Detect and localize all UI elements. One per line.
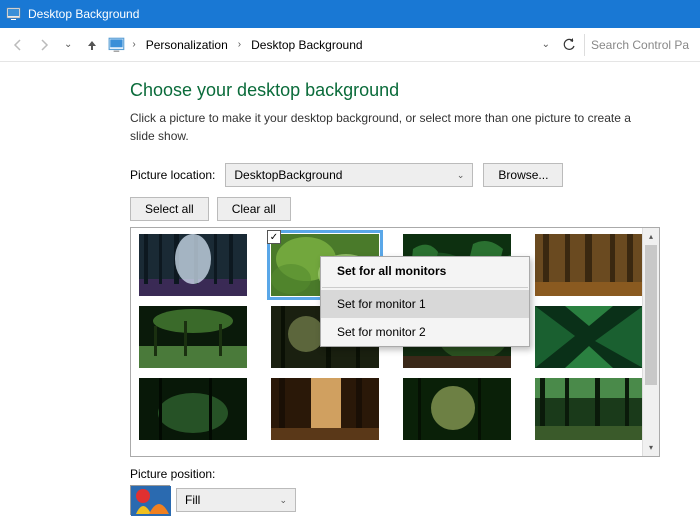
scroll-down-button[interactable]: ▾: [643, 439, 659, 456]
nav-back-button[interactable]: [8, 35, 28, 55]
page-subtext: Click a picture to make it your desktop …: [130, 109, 650, 145]
picture-position-label: Picture position:: [130, 467, 674, 481]
breadcrumb[interactable]: › Personalization › Desktop Background: [108, 36, 531, 54]
wallpaper-thumbnail[interactable]: [139, 378, 247, 440]
nav-forward-button[interactable]: [34, 35, 54, 55]
menu-set-monitor-2[interactable]: Set for monitor 2: [321, 318, 529, 346]
control-panel-icon: [108, 36, 126, 54]
nav-history-dropdown[interactable]: ⌄: [60, 39, 76, 50]
menu-set-all-monitors[interactable]: Set for all monitors: [321, 257, 529, 285]
wallpaper-thumbnail[interactable]: [535, 306, 643, 368]
navbar: ⌄ › Personalization › Desktop Background…: [0, 28, 700, 62]
arrow-right-icon: [37, 38, 51, 52]
wallpaper-thumbnail[interactable]: [271, 378, 379, 440]
wallpaper-thumbnail[interactable]: [139, 234, 247, 296]
refresh-icon: [562, 38, 576, 52]
nav-up-button[interactable]: [82, 35, 102, 55]
wallpaper-thumbnail[interactable]: [403, 378, 511, 440]
arrow-left-icon: [11, 38, 25, 52]
menu-separator: [322, 287, 528, 288]
breadcrumb-desktop-background[interactable]: Desktop Background: [247, 36, 366, 54]
page-heading: Choose your desktop background: [130, 80, 674, 101]
titlebar: Desktop Background: [0, 0, 700, 28]
picture-location-label: Picture location:: [130, 168, 215, 182]
wallpaper-thumbnail[interactable]: [535, 378, 643, 440]
checkbox-icon: ✓: [267, 230, 281, 244]
clear-all-button[interactable]: Clear all: [217, 197, 291, 221]
context-menu: Set for all monitors Set for monitor 1 S…: [320, 256, 530, 347]
picture-position-dropdown[interactable]: Fill ⌄: [176, 488, 296, 512]
window-title: Desktop Background: [28, 7, 139, 21]
wallpaper-thumbnail[interactable]: [139, 306, 247, 368]
select-all-button[interactable]: Select all: [130, 197, 209, 221]
search-placeholder: Search Control Pa: [591, 38, 689, 52]
browse-button[interactable]: Browse...: [483, 163, 563, 187]
chevron-right-icon: ›: [234, 39, 245, 50]
picture-location-value: DesktopBackground: [234, 168, 342, 182]
scroll-up-button[interactable]: ▴: [643, 228, 659, 245]
picture-position-value: Fill: [185, 493, 200, 507]
scroll-track[interactable]: [643, 245, 659, 439]
refresh-button[interactable]: [560, 36, 578, 54]
breadcrumb-personalization[interactable]: Personalization: [142, 36, 232, 54]
search-input[interactable]: Search Control Pa: [584, 34, 692, 56]
arrow-up-icon: [85, 38, 99, 52]
gallery-scrollbar[interactable]: ▴ ▾: [642, 228, 659, 456]
position-preview: [130, 485, 170, 515]
chevron-down-icon: ⌄: [457, 170, 465, 181]
scroll-thumb[interactable]: [645, 245, 657, 385]
control-panel-icon: [6, 6, 22, 22]
picture-location-dropdown[interactable]: DesktopBackground ⌄: [225, 163, 473, 187]
address-dropdown[interactable]: ⌄: [538, 39, 554, 50]
menu-set-monitor-1[interactable]: Set for monitor 1: [321, 290, 529, 318]
chevron-right-icon: ›: [128, 39, 139, 50]
chevron-down-icon: ⌄: [279, 495, 287, 506]
wallpaper-thumbnail[interactable]: [535, 234, 643, 296]
